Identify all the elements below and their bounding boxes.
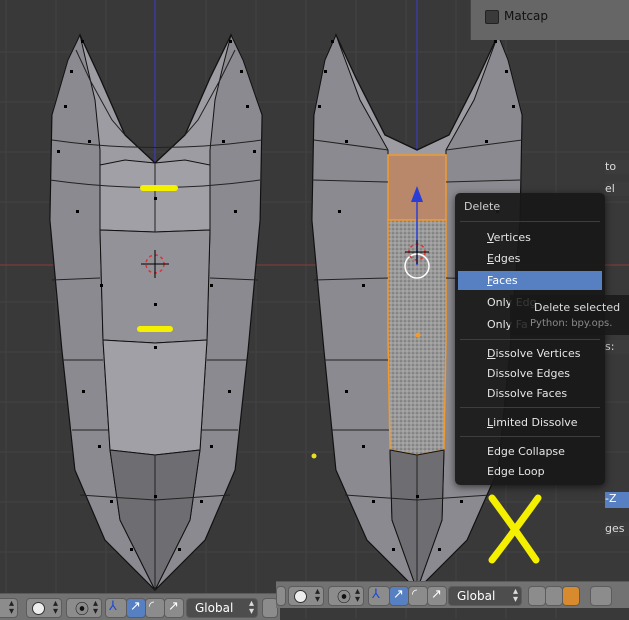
scale-icon: ↗ [431,587,442,602]
rotate-icon: ◜ [412,587,418,602]
tooltip-python: Python: bpy.ops. [530,318,613,329]
menu-item-vertices[interactable]: Vertices [458,228,602,247]
side-fragment: -Z [605,492,629,508]
shading-dropdown[interactable]: ▴ ▾ [26,598,62,618]
manipulator-icon: ⅄ [109,599,117,614]
menu-separator [460,221,600,222]
menu-item-dissolve-edges[interactable]: Dissolve Edges [458,364,602,383]
menu-item-edges[interactable]: Edges [458,249,602,268]
menu-separator [460,407,600,408]
orientation-label: Global [457,589,496,603]
menu-item-dissolve-vertices[interactable]: Dissolve Vertices [458,344,602,363]
dropdown-arrows-icon: ▴ ▾ [512,586,518,605]
orientation-dropdown[interactable]: Global ▴ ▾ [448,586,522,606]
side-fragment: ges [605,522,629,536]
translate-toggle[interactable]: ↗ [389,586,409,606]
menu-item-limited-dissolve[interactable]: Limited Dissolve [458,413,602,432]
scale-icon: ↗ [168,599,179,614]
rotate-toggle[interactable]: ◜ [408,586,428,606]
edge-select-mode[interactable] [545,586,563,606]
shading-dropdown[interactable]: ▴ ▾ [288,586,324,606]
menu-separator [460,339,600,340]
pivot-dropdown[interactable]: ⦿ ▴ ▾ [66,598,102,618]
manipulator-icon: ⅄ [372,587,380,602]
dropdown-arrows-icon: ▴ ▾ [52,598,58,617]
dropdown-arrows-icon: ▴ ▾ [314,586,320,605]
dropdown-arrows-icon: ▴ ▾ [8,598,14,617]
dropdown-arrows-icon: ▴ ▾ [354,586,360,605]
menu-separator [460,436,600,437]
dropdown-arrows-icon: ▴ ▾ [248,598,254,617]
translate-arrow-icon: ↗ [393,587,404,602]
manipulator-toggle[interactable]: ⅄ [105,598,127,618]
translate-toggle[interactable]: ↗ [126,598,146,618]
vertex-select-mode[interactable] [528,586,546,606]
orientation-label: Global [195,601,234,615]
face-select-mode[interactable] [562,586,580,606]
left-viewport-header: ▴ ▾ ▴ ▾ ⦿ ▴ ▾ ⅄ ↗ ◜ ↗ Global ▴ ▾ [0,593,280,620]
scale-toggle[interactable]: ↗ [427,586,447,606]
right-viewport-header: ▴ ▾ ⦿ ▴ ▾ ⅄ ↗ ◜ ↗ Global ▴ ▾ [276,581,629,608]
rotate-toggle[interactable]: ◜ [145,598,165,618]
rotate-icon: ◜ [149,599,155,614]
mode-dropdown[interactable]: ▴ ▾ [0,598,18,618]
dropdown-arrows-icon: ▴ ▾ [92,598,98,617]
x-key-annotation [488,494,542,564]
menu-item-edge-loop[interactable]: Edge Loop [458,462,602,481]
tooltip-text: Delete selected [534,301,621,314]
translate-arrow-icon: ↗ [130,599,141,614]
solid-shading-icon [294,590,307,603]
manipulator-toggle[interactable]: ⅄ [368,586,390,606]
side-fragment: el [605,182,629,196]
mode-dropdown[interactable] [276,586,286,606]
menu-item-edge-collapse[interactable]: Edge Collapse [458,442,602,461]
limit-selection-button[interactable] [590,586,612,606]
orientation-dropdown[interactable]: Global ▴ ▾ [186,598,258,618]
solid-shading-icon [32,602,45,615]
delete-menu-title: Delete [464,200,501,213]
menu-item-faces[interactable]: Faces [458,271,602,290]
properties-panel: Matcap [470,0,629,40]
pivot-dropdown[interactable]: ⦿ ▴ ▾ [328,586,364,606]
tooltip: Delete selected Python: bpy.ops. [510,295,629,335]
matcap-label: Matcap [504,9,548,23]
scale-toggle[interactable]: ↗ [164,598,184,618]
pivot-icon: ⦿ [337,590,351,606]
pivot-icon: ⦿ [75,602,89,618]
lamp-dot [311,453,317,459]
menu-item-dissolve-faces[interactable]: Dissolve Faces [458,384,602,403]
side-fragment: s: [605,340,629,354]
side-fragment: to [605,160,629,174]
matcap-checkbox[interactable] [485,10,499,24]
mesh-left [49,33,263,592]
delete-menu: Delete Vertices Edges Faces Only Edg Onl… [455,193,605,485]
